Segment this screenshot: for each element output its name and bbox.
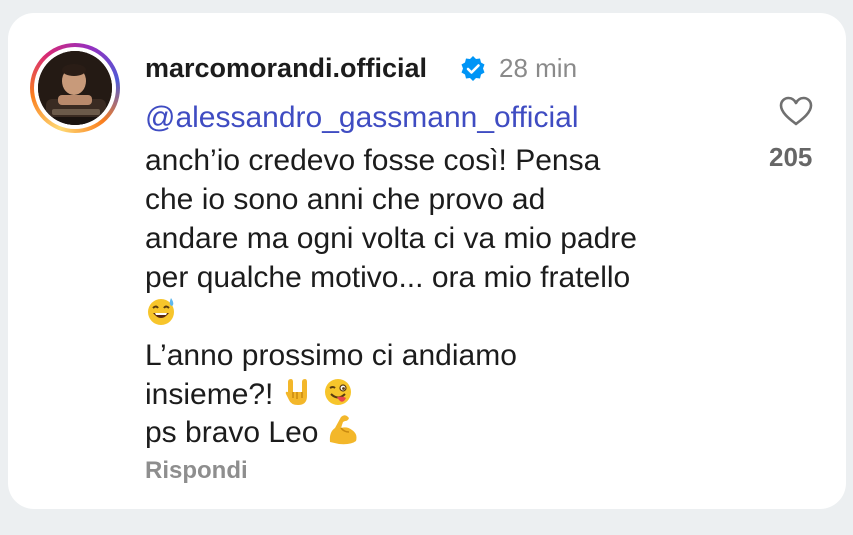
verified-badge-icon xyxy=(461,56,485,81)
comment-line: andare ma ogni volta ci va mio padre xyxy=(145,222,637,255)
mention-link[interactable]: @alessandro_gassmann_official xyxy=(145,101,579,135)
heart-icon[interactable] xyxy=(778,95,814,127)
comment-line-with-emojis: ps bravo Leo xyxy=(145,414,361,451)
comment-line: per qualche motivo... ora mio fratello xyxy=(145,261,631,294)
story-ring[interactable] xyxy=(30,43,120,133)
comment-line: anch’io credevo fosse così! Pensa xyxy=(145,144,601,177)
username[interactable]: marcomorandi.official xyxy=(145,53,427,84)
comment-time: 28 min xyxy=(499,53,578,83)
comment-line: che io sono anni che provo ad xyxy=(145,183,546,216)
rock-on-hand-emoji xyxy=(285,379,307,405)
comment-card: marcomorandi.official 28 min @alessandro… xyxy=(8,13,846,509)
comment-emoji-line xyxy=(145,295,177,332)
like-count: 205 xyxy=(769,142,813,172)
winking-tongue-emoji xyxy=(325,379,352,405)
reply-button[interactable]: Rispondi xyxy=(145,457,248,485)
sweat-smile-emoji xyxy=(148,298,174,325)
avatar[interactable] xyxy=(38,51,112,125)
flexed-bicep-emoji xyxy=(329,415,357,445)
screenshot-frame: marcomorandi.official 28 min @alessandro… xyxy=(0,0,853,535)
comment-line: L’anno prossimo ci andiamo xyxy=(145,339,517,372)
comment-line-with-emojis: insieme?! xyxy=(145,376,354,413)
avatar-photo xyxy=(38,51,112,125)
